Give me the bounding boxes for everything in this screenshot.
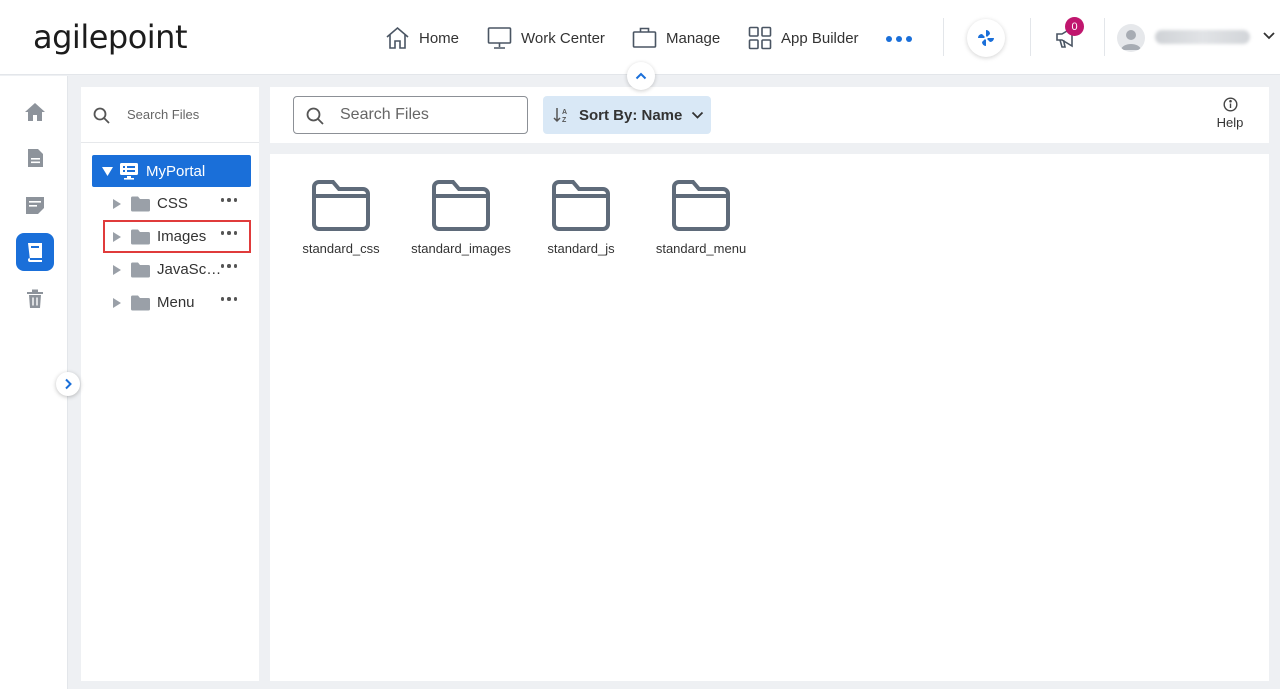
folder-item-standard-menu[interactable]: standard_menu <box>651 179 751 256</box>
sort-icon: AZ <box>553 108 567 123</box>
file-grid: standard_css standard_images standard_js… <box>270 154 1269 681</box>
nav-home[interactable]: Home <box>385 24 459 52</box>
folder-icon <box>131 295 150 310</box>
portal-icon <box>120 163 138 180</box>
tree-folder-javascript[interactable]: JavaScript <box>103 253 251 286</box>
folder-item-standard-js[interactable]: standard_js <box>531 179 631 256</box>
rail-item-documents[interactable] <box>16 139 54 177</box>
sort-by-button[interactable]: AZ Sort By: Name <box>543 96 711 134</box>
expand-panel-button[interactable] <box>56 372 80 396</box>
tree-folder-css[interactable]: CSS <box>103 187 251 220</box>
folder-icon <box>312 180 370 231</box>
document-icon <box>28 149 43 167</box>
search-icon <box>306 107 324 125</box>
tree-folder-label: Menu <box>157 294 195 311</box>
nav-manage[interactable]: Manage <box>632 24 720 52</box>
caret-right-icon[interactable] <box>113 264 121 275</box>
more-options-icon[interactable] <box>220 231 237 235</box>
chevron-down-icon[interactable] <box>1262 31 1276 41</box>
folder-icon <box>131 196 150 211</box>
search-icon <box>93 107 110 124</box>
more-horizontal-icon[interactable] <box>886 36 912 42</box>
info-icon <box>1222 97 1238 112</box>
folder-item-label: standard_js <box>547 241 615 256</box>
briefcase-icon <box>632 27 657 48</box>
folder-item-label: standard_images <box>411 241 511 256</box>
sort-by-label: Sort By: Name <box>579 106 683 124</box>
tree-folder-label: JavaScript <box>157 261 225 278</box>
chevron-right-icon <box>65 378 72 390</box>
help-label: Help <box>1216 115 1244 130</box>
tree-folder-menu[interactable]: Menu <box>103 286 251 319</box>
folder-icon <box>432 180 490 231</box>
folder-item-label: standard_css <box>302 241 380 256</box>
folder-item-label: standard_menu <box>655 241 747 256</box>
nav-app-builder-label: App Builder <box>781 29 859 47</box>
app-logo[interactable]: agilepoint <box>33 18 188 56</box>
folder-icon <box>672 180 730 231</box>
caret-down-icon <box>102 166 113 176</box>
divider <box>1030 18 1031 56</box>
monitor-icon <box>487 27 512 49</box>
rail-item-portal-files[interactable] <box>16 233 54 271</box>
rail-item-home[interactable] <box>16 93 54 131</box>
home-icon <box>25 103 45 121</box>
more-options-icon[interactable] <box>220 297 237 301</box>
tree-root-myportal[interactable]: MyPortal <box>92 155 251 187</box>
tree-search-placeholder: Search Files <box>127 107 200 122</box>
nav-manage-label: Manage <box>666 29 721 47</box>
home-icon <box>386 26 409 49</box>
svg-text:Z: Z <box>562 117 567 123</box>
rail-item-forms[interactable] <box>16 186 54 224</box>
tree-root-label: MyPortal <box>146 162 206 180</box>
nav-app-builder[interactable]: App Builder <box>748 24 859 52</box>
nav-home-label: Home <box>419 29 460 47</box>
tree-folder-label: CSS <box>157 195 188 212</box>
chevron-up-icon <box>635 72 647 80</box>
caret-right-icon[interactable] <box>113 297 121 308</box>
divider <box>1104 18 1105 56</box>
caret-right-icon[interactable] <box>113 198 121 209</box>
help-button[interactable]: Help <box>1210 97 1250 130</box>
nav-work-center[interactable]: Work Center <box>487 24 605 52</box>
divider <box>943 18 944 56</box>
folder-icon <box>131 229 150 244</box>
files-search-input[interactable] <box>340 106 520 124</box>
avatar[interactable] <box>1117 24 1145 52</box>
more-options-icon[interactable] <box>220 264 237 268</box>
collapse-header-button[interactable] <box>627 62 655 90</box>
form-icon <box>26 197 44 214</box>
chevron-down-icon <box>692 111 704 119</box>
caret-right-icon[interactable] <box>113 231 121 242</box>
user-icon <box>1121 30 1141 50</box>
files-search[interactable] <box>293 96 528 134</box>
files-toolbar: AZ Sort By: Name Help <box>270 87 1269 143</box>
notification-count-badge: 0 <box>1065 17 1084 36</box>
pinwheel-icon <box>978 30 994 46</box>
user-name-redacted[interactable] <box>1155 30 1250 44</box>
app-launcher-button[interactable] <box>967 19 1005 57</box>
tree-search[interactable]: Search Files <box>81 87 259 143</box>
nav-work-center-label: Work Center <box>521 29 605 47</box>
more-options-icon[interactable] <box>220 198 237 202</box>
trash-icon <box>27 289 43 308</box>
rail-item-recycle-bin[interactable] <box>16 280 54 318</box>
book-icon <box>28 243 42 262</box>
grid-icon <box>748 26 772 50</box>
svg-text:A: A <box>562 109 567 116</box>
folder-tree-panel: Search Files MyPortal CSS Images JavaScr… <box>81 87 259 681</box>
tree-folder-images[interactable]: Images <box>103 220 251 253</box>
tree-folder-label: Images <box>157 228 207 245</box>
folder-icon <box>552 180 610 231</box>
folder-item-standard-css[interactable]: standard_css <box>291 179 391 256</box>
folder-item-standard-images[interactable]: standard_images <box>411 179 511 256</box>
folder-icon <box>131 262 150 277</box>
